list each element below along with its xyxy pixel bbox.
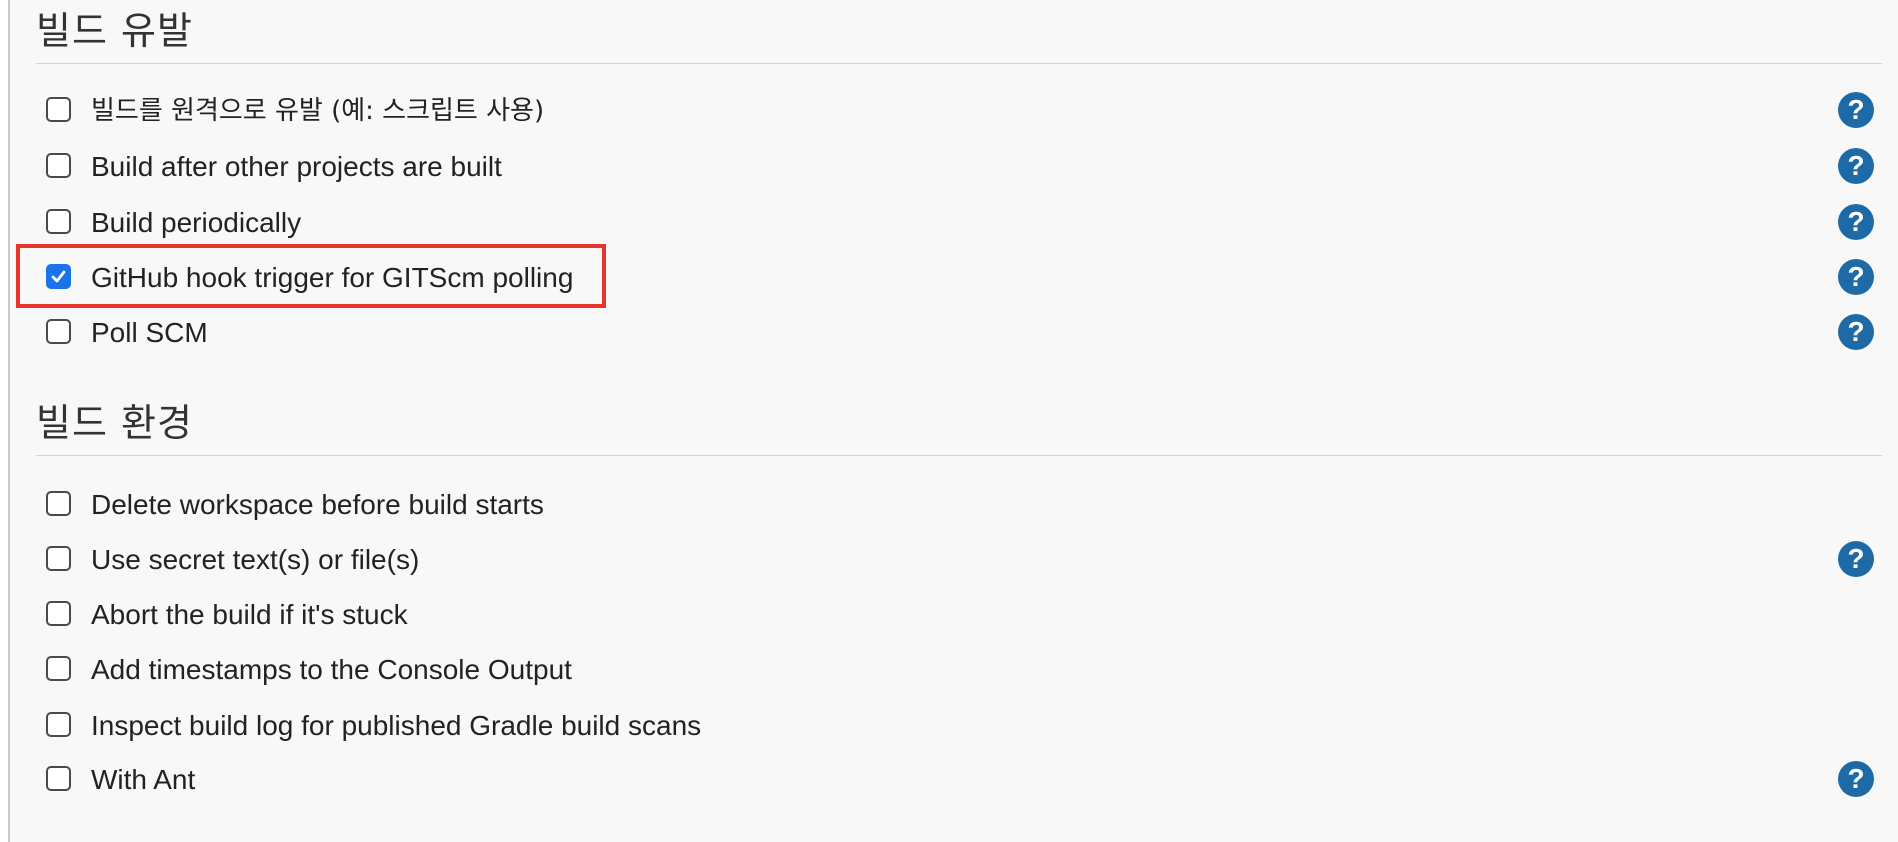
- env-delete-workspace-label[interactable]: Delete workspace before build starts: [91, 488, 544, 522]
- env-abort-stuck-checkbox[interactable]: [46, 601, 71, 626]
- trigger-github-hook-label[interactable]: GitHub hook trigger for GITScm polling: [91, 261, 573, 295]
- trigger-remote-row[interactable]: 빌드를 원격으로 유발 (예: 스크립트 사용) ?: [36, 86, 1882, 134]
- env-abort-stuck-row[interactable]: Abort the build if it's stuck: [36, 590, 1882, 638]
- env-with-ant-label[interactable]: With Ant: [91, 763, 195, 797]
- trigger-after-other-projects-checkbox[interactable]: [46, 153, 71, 178]
- trigger-periodically-label[interactable]: Build periodically: [91, 206, 301, 240]
- trigger-poll-scm-row[interactable]: Poll SCM ?: [36, 308, 1882, 356]
- env-timestamps-row[interactable]: Add timestamps to the Console Output: [36, 645, 1882, 693]
- config-panel: 빌드 유발 빌드를 원격으로 유발 (예: 스크립트 사용) ? Build a…: [8, 0, 1898, 842]
- trigger-github-hook-row[interactable]: GitHub hook trigger for GITScm polling ?: [36, 253, 1882, 301]
- build-environment-header: 빌드 환경: [36, 392, 1882, 456]
- env-delete-workspace-checkbox[interactable]: [46, 491, 71, 516]
- build-triggers-header: 빌드 유발: [36, 0, 1882, 64]
- env-timestamps-checkbox[interactable]: [46, 656, 71, 681]
- help-icon[interactable]: ?: [1838, 314, 1874, 350]
- env-with-ant-row[interactable]: With Ant ?: [36, 755, 1882, 803]
- trigger-remote-label[interactable]: 빌드를 원격으로 유발 (예: 스크립트 사용): [91, 94, 544, 128]
- env-secret-text-label[interactable]: Use secret text(s) or file(s): [91, 543, 419, 577]
- env-timestamps-label[interactable]: Add timestamps to the Console Output: [91, 653, 572, 687]
- help-icon[interactable]: ?: [1838, 92, 1874, 128]
- help-icon[interactable]: ?: [1838, 541, 1874, 577]
- env-gradle-scans-row[interactable]: Inspect build log for published Gradle b…: [36, 701, 1882, 749]
- trigger-poll-scm-label[interactable]: Poll SCM: [91, 316, 208, 350]
- help-icon[interactable]: ?: [1838, 148, 1874, 184]
- trigger-periodically-row[interactable]: Build periodically ?: [36, 198, 1882, 246]
- checkmark-icon: [51, 270, 66, 283]
- section-title-build-triggers: 빌드 유발: [36, 9, 193, 53]
- help-icon[interactable]: ?: [1838, 259, 1874, 295]
- env-abort-stuck-label[interactable]: Abort the build if it's stuck: [91, 598, 408, 632]
- trigger-after-other-projects-row[interactable]: Build after other projects are built ?: [36, 142, 1882, 190]
- env-secret-text-checkbox[interactable]: [46, 546, 71, 571]
- trigger-periodically-checkbox[interactable]: [46, 209, 71, 234]
- section-title-build-environment: 빌드 환경: [36, 401, 193, 445]
- env-delete-workspace-row[interactable]: Delete workspace before build starts: [36, 480, 1882, 528]
- env-with-ant-checkbox[interactable]: [46, 766, 71, 791]
- help-icon[interactable]: ?: [1838, 761, 1874, 797]
- env-secret-text-row[interactable]: Use secret text(s) or file(s) ?: [36, 535, 1882, 583]
- trigger-poll-scm-checkbox[interactable]: [46, 319, 71, 344]
- trigger-github-hook-checkbox[interactable]: [46, 264, 71, 289]
- env-gradle-scans-label[interactable]: Inspect build log for published Gradle b…: [91, 709, 701, 743]
- env-gradle-scans-checkbox[interactable]: [46, 712, 71, 737]
- trigger-remote-checkbox[interactable]: [46, 97, 71, 122]
- help-icon[interactable]: ?: [1838, 204, 1874, 240]
- trigger-after-other-projects-label[interactable]: Build after other projects are built: [91, 150, 502, 184]
